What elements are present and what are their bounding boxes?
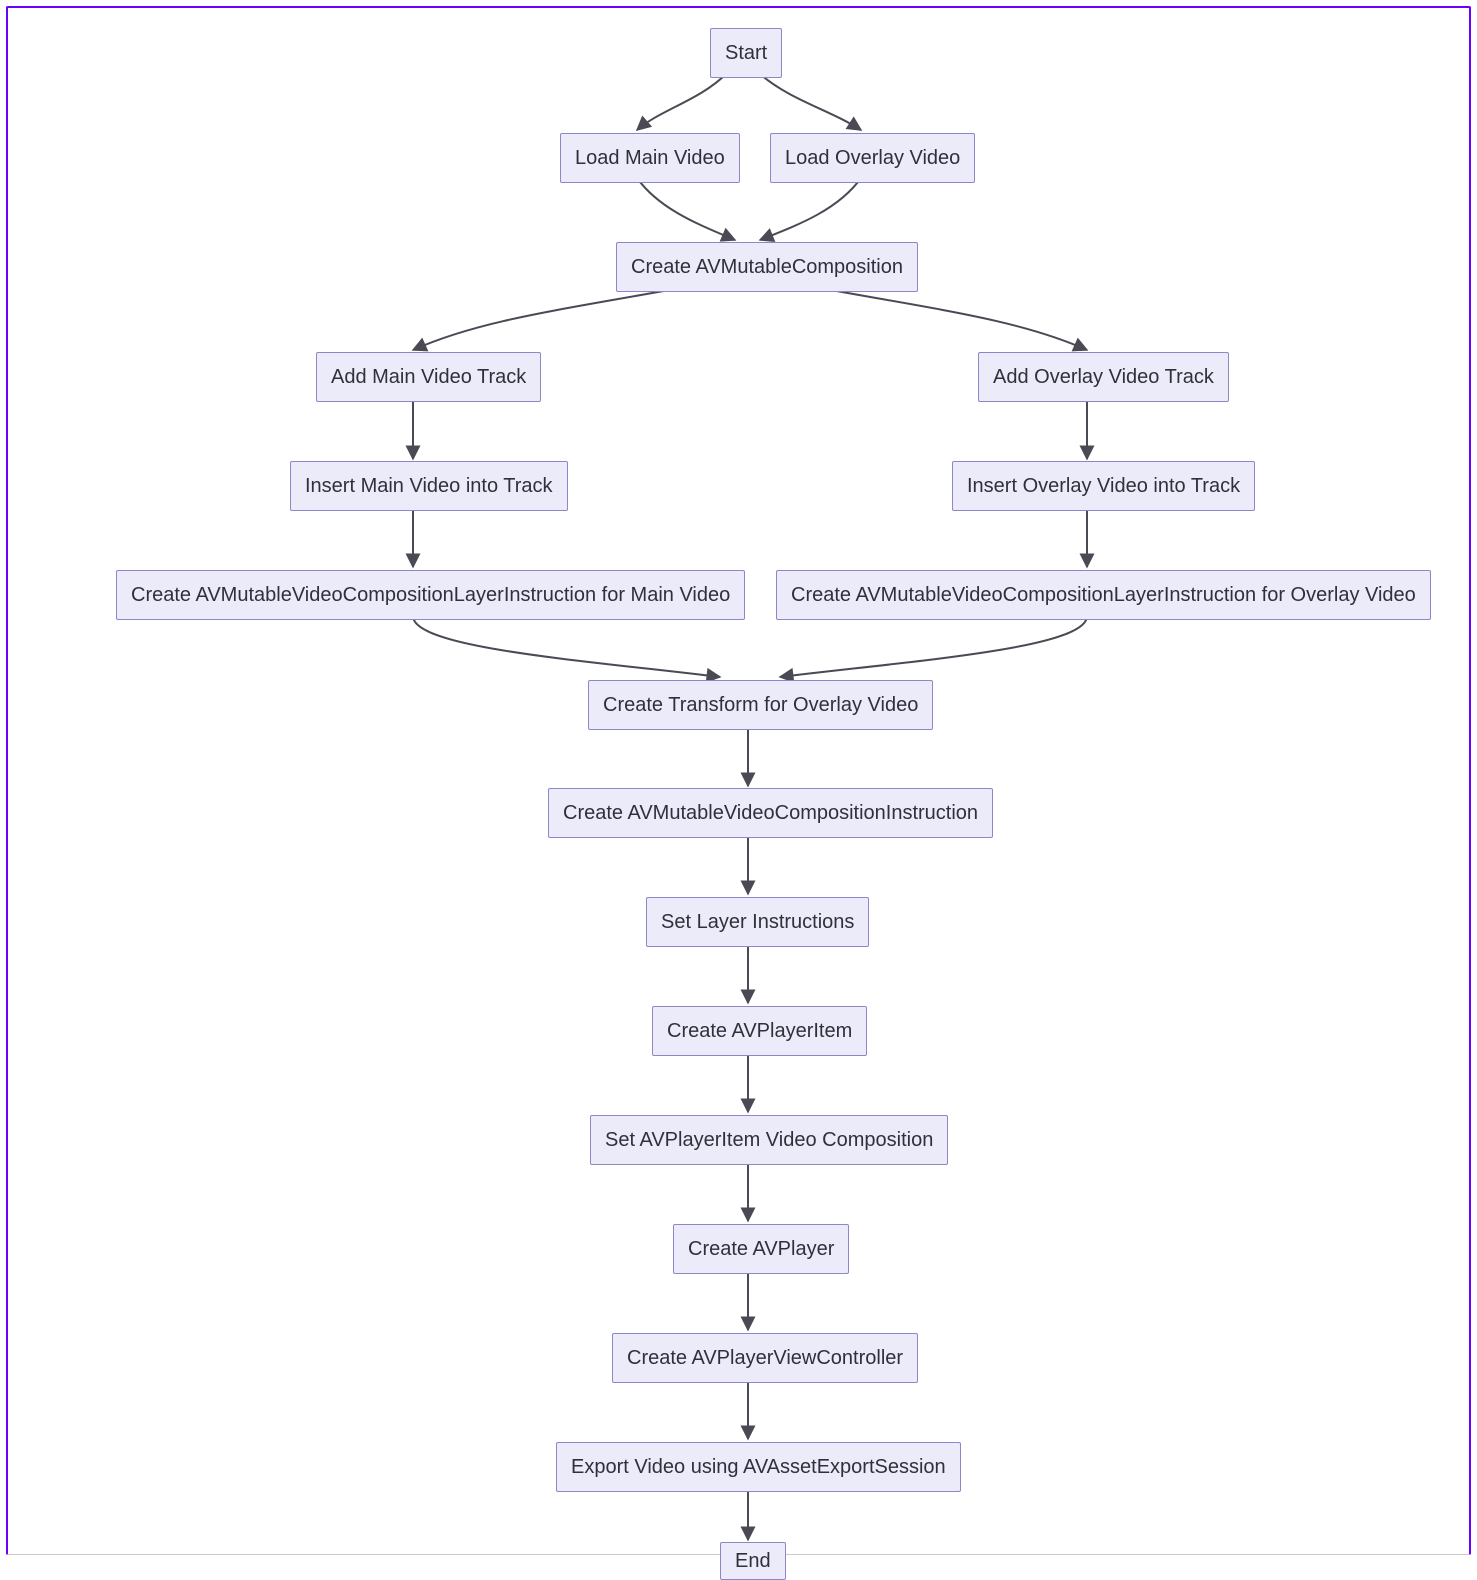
node-create-player-item: Create AVPlayerItem <box>652 1006 867 1056</box>
node-end: End <box>720 1542 786 1580</box>
node-insert-overlay: Insert Overlay Video into Track <box>952 461 1255 511</box>
flowchart-diagram: Start Load Main Video Load Overlay Video… <box>0 0 1477 1569</box>
node-create-avplayer: Create AVPlayer <box>673 1224 849 1274</box>
node-add-overlay-track: Add Overlay Video Track <box>978 352 1229 402</box>
node-load-main-video: Load Main Video <box>560 133 740 183</box>
node-set-layer-instr: Set Layer Instructions <box>646 897 869 947</box>
node-add-main-track: Add Main Video Track <box>316 352 541 402</box>
diagram-frame <box>6 6 1471 1555</box>
node-create-composition: Create AVMutableComposition <box>616 242 918 292</box>
node-start: Start <box>710 28 782 78</box>
node-layer-instr-main: Create AVMutableVideoCompositionLayerIns… <box>116 570 745 620</box>
node-create-avpvc: Create AVPlayerViewController <box>612 1333 918 1383</box>
node-set-video-comp: Set AVPlayerItem Video Composition <box>590 1115 948 1165</box>
node-layer-instr-overlay: Create AVMutableVideoCompositionLayerIns… <box>776 570 1431 620</box>
node-create-transform: Create Transform for Overlay Video <box>588 680 933 730</box>
node-export-session: Export Video using AVAssetExportSession <box>556 1442 961 1492</box>
node-create-comp-instr: Create AVMutableVideoCompositionInstruct… <box>548 788 993 838</box>
node-load-overlay-video: Load Overlay Video <box>770 133 975 183</box>
node-insert-main: Insert Main Video into Track <box>290 461 568 511</box>
